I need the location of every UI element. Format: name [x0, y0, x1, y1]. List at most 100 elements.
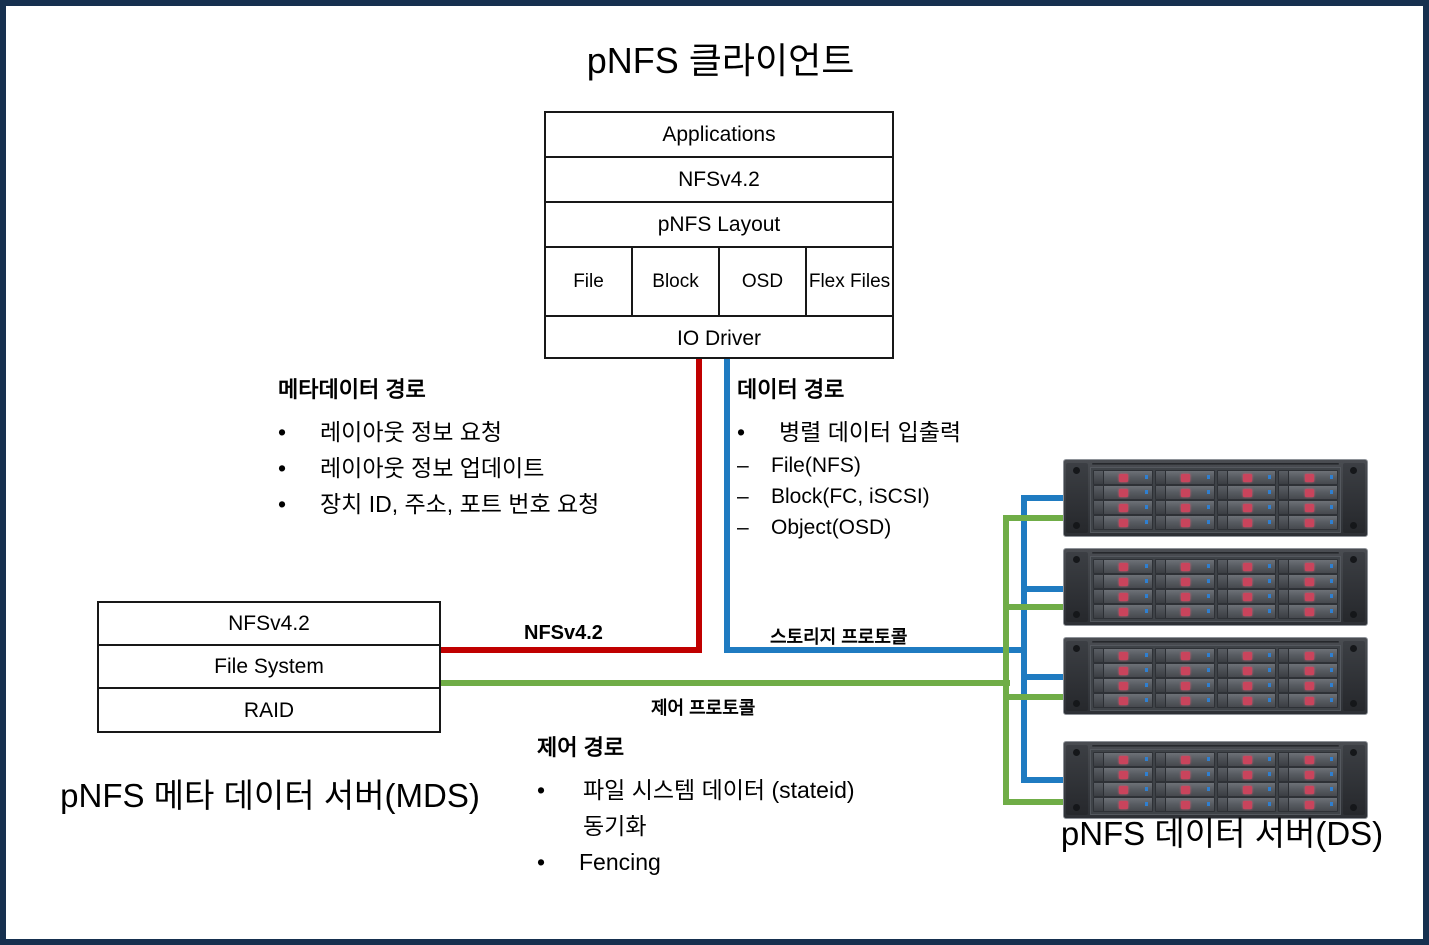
drive-handle-icon [1279, 486, 1290, 499]
drive-activity-led-icon [1304, 756, 1314, 764]
drive-bay [1278, 470, 1338, 485]
chassis-top-lip [1092, 463, 1339, 465]
drive-handle-icon [1155, 798, 1166, 811]
drive-status-led-icon [1144, 683, 1148, 687]
drive-handle-icon [1279, 768, 1290, 781]
drive-bay [1093, 500, 1153, 515]
drive-activity-led-icon [1119, 563, 1129, 571]
client-row-applications: Applications [546, 113, 892, 158]
rack-ear-icon [1066, 641, 1088, 711]
drive-activity-led-icon [1119, 474, 1129, 482]
drive-handle-icon [1094, 486, 1104, 499]
metadata-path-heading: 메타데이터 경로 [278, 377, 426, 402]
drive-handle-icon [1155, 664, 1166, 677]
drive-bay [1154, 589, 1215, 604]
drive-handle-icon [1217, 575, 1228, 588]
drive-activity-led-icon [1304, 652, 1314, 660]
dash-bullet-icon: – [737, 485, 749, 508]
drive-handle-icon [1279, 783, 1290, 796]
drive-status-led-icon [1268, 564, 1272, 568]
drive-status-led-icon [1144, 698, 1148, 702]
drive-activity-led-icon [1119, 667, 1129, 675]
drive-handle-icon [1155, 605, 1166, 618]
drive-activity-led-icon [1181, 578, 1191, 586]
drive-bay-grid [1090, 645, 1341, 711]
ds-chassis [1063, 741, 1368, 819]
drive-status-led-icon [1144, 475, 1148, 479]
drive-bay [1278, 485, 1338, 500]
drive-status-led-icon [1206, 653, 1210, 657]
drive-bay [1093, 767, 1153, 782]
drive-activity-led-icon [1304, 489, 1314, 497]
drive-status-led-icon [1144, 564, 1148, 568]
drive-bay [1216, 782, 1277, 797]
mds-row-nfsv42: NFSv4.2 [99, 603, 439, 646]
drive-bay [1154, 485, 1215, 500]
drive-handle-icon [1279, 501, 1290, 514]
drive-handle-icon [1217, 486, 1228, 499]
dash-bullet-icon: – [737, 516, 749, 539]
ds-chassis [1063, 637, 1368, 715]
drive-handle-icon [1217, 605, 1228, 618]
drive-activity-led-icon [1119, 608, 1129, 616]
client-row-nfsv42: NFSv4.2 [546, 158, 892, 203]
drive-bay [1278, 574, 1338, 589]
drive-handle-icon [1155, 486, 1166, 499]
drive-bay [1154, 767, 1215, 782]
drive-activity-led-icon [1242, 682, 1252, 690]
drive-handle-icon [1217, 694, 1228, 707]
data-path-block: 데이터 경로 • 병렬 데이터 입출력 – File(NFS) – Block(… [737, 376, 1037, 543]
drive-handle-icon [1155, 560, 1166, 573]
drive-activity-led-icon [1304, 474, 1314, 482]
drive-bay-row [1093, 604, 1338, 619]
mds-row-file-system: File System [99, 646, 439, 689]
dash-bullet-icon: – [737, 454, 749, 477]
drive-bay [1278, 797, 1338, 812]
data-path-subitem: – Block(FC, iSCSI) [737, 481, 1037, 512]
drive-bay [1154, 515, 1215, 530]
drive-bay [1093, 663, 1153, 678]
drive-handle-icon [1094, 471, 1104, 484]
drive-bay [1154, 678, 1215, 693]
drive-activity-led-icon [1242, 489, 1252, 497]
client-row-io-driver: IO Driver [677, 326, 761, 350]
pnfs-mds-stack: NFSv4.2 File System RAID [97, 601, 441, 733]
drive-bay [1093, 678, 1153, 693]
drive-status-led-icon [1268, 698, 1272, 702]
drive-bay-row [1093, 663, 1338, 678]
drive-status-led-icon [1268, 757, 1272, 761]
drive-bay [1093, 604, 1153, 619]
data-line-vertical [724, 359, 730, 653]
drive-handle-icon [1094, 768, 1104, 781]
drive-handle-icon [1279, 516, 1290, 529]
drive-activity-led-icon [1181, 608, 1191, 616]
drive-status-led-icon [1144, 802, 1148, 806]
ds-title: pNFS 데이터 서버(DS) [1060, 815, 1384, 852]
drive-bay [1278, 752, 1338, 767]
drive-handle-icon [1094, 783, 1104, 796]
drive-activity-led-icon [1119, 786, 1129, 794]
drive-handle-icon [1217, 768, 1228, 781]
control-path-item: • Fencing [537, 844, 867, 880]
drive-handle-icon [1094, 664, 1104, 677]
drive-activity-led-icon [1304, 682, 1314, 690]
drive-status-led-icon [1206, 579, 1210, 583]
drive-bay-grid [1090, 556, 1341, 622]
drive-activity-led-icon [1242, 608, 1252, 616]
drive-status-led-icon [1330, 653, 1333, 657]
drive-bay [1093, 782, 1153, 797]
drive-bay-row [1093, 693, 1338, 708]
drive-activity-led-icon [1181, 682, 1191, 690]
drive-bay-row [1093, 574, 1338, 589]
drive-activity-led-icon [1119, 682, 1129, 690]
link-label-storage-protocol: 스토리지 프로토콜 [770, 627, 908, 647]
drive-status-led-icon [1330, 594, 1333, 598]
drive-handle-icon [1217, 753, 1228, 766]
rack-ear-icon [1343, 463, 1365, 533]
drive-activity-led-icon [1119, 593, 1129, 601]
drive-handle-icon [1155, 501, 1166, 514]
drive-activity-led-icon [1181, 474, 1191, 482]
data-path-heading: 데이터 경로 [737, 377, 845, 402]
drive-bay [1154, 559, 1215, 574]
drive-activity-led-icon [1242, 771, 1252, 779]
